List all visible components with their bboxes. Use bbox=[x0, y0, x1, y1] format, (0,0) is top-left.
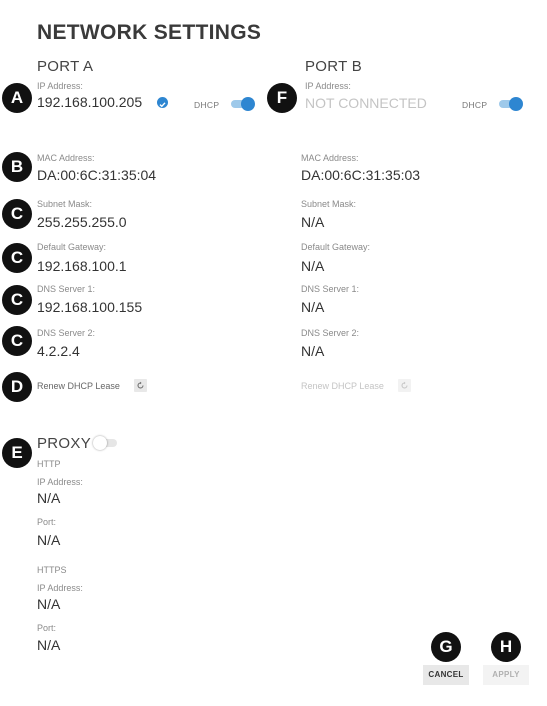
port-a-gateway-value: 192.168.100.1 bbox=[37, 258, 127, 274]
http-ip-value: N/A bbox=[37, 490, 61, 506]
proxy-toggle[interactable] bbox=[93, 436, 117, 450]
https-ip-label: IP Address: bbox=[37, 583, 83, 593]
port-b-dns2-label: DNS Server 2: bbox=[301, 328, 360, 338]
port-a-subnet-label: Subnet Mask: bbox=[37, 199, 93, 209]
port-b-heading: PORT B bbox=[305, 58, 363, 75]
page-title: NETWORK SETTINGS bbox=[37, 21, 262, 44]
marker-g: G bbox=[431, 632, 461, 662]
port-a-dns2-value: 4.2.2.4 bbox=[37, 343, 80, 359]
port-b-mac-label: MAC Address: bbox=[301, 153, 359, 163]
port-b-ip-value: NOT CONNECTED bbox=[305, 95, 427, 111]
marker-c-dns2: C bbox=[2, 326, 32, 356]
port-b-gateway-value: N/A bbox=[301, 258, 325, 274]
port-b-renew-button[interactable] bbox=[398, 379, 411, 392]
toggle-knob bbox=[509, 97, 523, 111]
refresh-icon bbox=[137, 381, 144, 389]
port-a-mac-label: MAC Address: bbox=[37, 153, 95, 163]
marker-b: B bbox=[2, 152, 32, 182]
marker-f: F bbox=[267, 83, 297, 113]
http-heading: HTTP bbox=[37, 459, 61, 469]
port-a-dns1-label: DNS Server 1: bbox=[37, 284, 96, 294]
http-ip-label: IP Address: bbox=[37, 477, 83, 487]
port-a-heading: PORT A bbox=[37, 58, 94, 75]
port-b-ip-label: IP Address: bbox=[305, 81, 351, 91]
port-b-mac-value: DA:00:6C:31:35:03 bbox=[301, 167, 421, 183]
http-port-value: N/A bbox=[37, 532, 61, 548]
port-b-dns1-label: DNS Server 1: bbox=[301, 284, 360, 294]
marker-d: D bbox=[2, 372, 32, 402]
marker-c-dns1: C bbox=[2, 285, 32, 315]
port-b-gateway-label: Default Gateway: bbox=[301, 242, 371, 252]
proxy-heading: PROXY bbox=[37, 435, 92, 452]
marker-h: H bbox=[491, 632, 521, 662]
apply-button[interactable]: APPLY bbox=[483, 665, 529, 685]
port-a-dhcp-toggle[interactable] bbox=[231, 97, 255, 111]
port-a-renew-button[interactable] bbox=[134, 379, 147, 392]
http-port-label: Port: bbox=[37, 517, 57, 527]
https-ip-value: N/A bbox=[37, 596, 61, 612]
port-a-gateway-label: Default Gateway: bbox=[37, 242, 107, 252]
verified-check-icon bbox=[157, 97, 168, 108]
port-b-subnet-value: N/A bbox=[301, 214, 325, 230]
https-heading: HTTPS bbox=[37, 565, 67, 575]
toggle-knob bbox=[93, 436, 107, 450]
port-a-mac-value: DA:00:6C:31:35:04 bbox=[37, 167, 157, 183]
port-a-ip-label: IP Address: bbox=[37, 81, 83, 91]
https-port-value: N/A bbox=[37, 637, 61, 653]
marker-c-subnet: C bbox=[2, 199, 32, 229]
port-b-dhcp-toggle[interactable] bbox=[499, 97, 523, 111]
cancel-button[interactable]: CANCEL bbox=[423, 665, 469, 685]
port-a-dns2-label: DNS Server 2: bbox=[37, 328, 96, 338]
port-b-dns1-value: N/A bbox=[301, 299, 325, 315]
marker-a: A bbox=[2, 83, 32, 113]
marker-e: E bbox=[2, 438, 32, 468]
port-a-dns1-value: 192.168.100.155 bbox=[37, 299, 143, 315]
port-b-dhcp-label: DHCP bbox=[462, 100, 488, 110]
refresh-icon bbox=[401, 381, 408, 389]
port-a-ip-value: 192.168.100.205 bbox=[37, 94, 143, 110]
toggle-knob bbox=[241, 97, 255, 111]
https-port-label: Port: bbox=[37, 623, 57, 633]
port-b-renew-label: Renew DHCP Lease bbox=[301, 381, 384, 391]
port-a-subnet-value: 255.255.255.0 bbox=[37, 214, 127, 230]
port-b-dns2-value: N/A bbox=[301, 343, 325, 359]
port-a-renew-label: Renew DHCP Lease bbox=[37, 381, 120, 391]
marker-c-gateway: C bbox=[2, 243, 32, 273]
port-b-subnet-label: Subnet Mask: bbox=[301, 199, 357, 209]
port-a-dhcp-label: DHCP bbox=[194, 100, 220, 110]
